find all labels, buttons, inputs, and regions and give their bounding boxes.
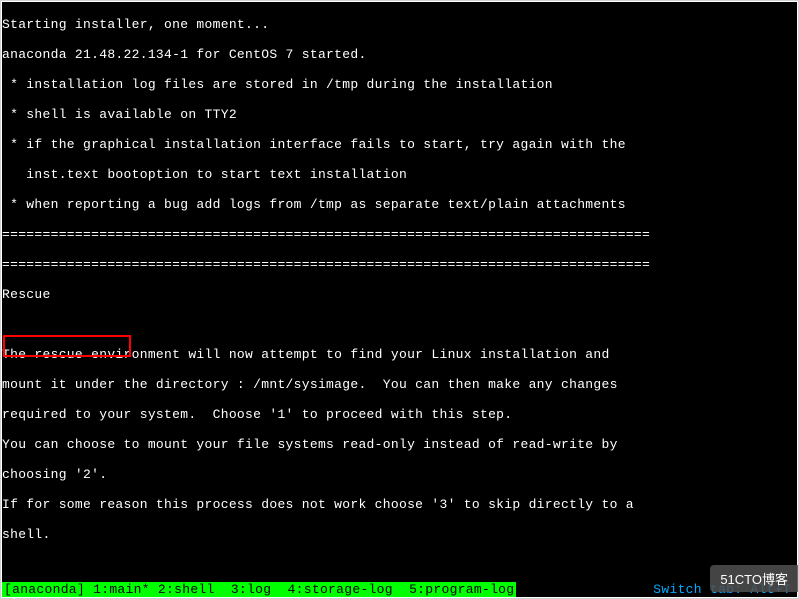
divider-bottom: ========================================… [2,257,797,272]
blank-line [2,317,797,332]
boot-line-anaconda: anaconda 21.48.22.134-1 for CentOS 7 sta… [2,47,797,62]
boot-bullet-bugreport: * when reporting a bug add logs from /tm… [2,197,797,212]
boot-bullet-graphical-b: inst.text bootoption to start text insta… [2,167,797,182]
screenshot-frame: Starting installer, one moment... anacon… [0,0,799,599]
watermark-51cto: 51CTO博客 [710,565,798,592]
rescue-para2-b: choosing '2'. [2,467,797,482]
boot-bullet-shell: * shell is available on TTY2 [2,107,797,122]
rescue-para3-b: shell. [2,527,797,542]
terminal[interactable]: Starting installer, one moment... anacon… [2,2,797,597]
tmux-tabs[interactable]: [anaconda] 1:main* 2:shell 3:log 4:stora… [2,582,516,597]
status-spacer [516,582,653,597]
rescue-para1-c: required to your system. Choose '1' to p… [2,407,797,422]
rescue-para1-a: The rescue environment will now attempt … [2,347,797,362]
boot-bullet-logs: * installation log files are stored in /… [2,77,797,92]
boot-line-starting: Starting installer, one moment... [2,17,797,32]
tmux-status-bar: [anaconda] 1:main* 2:shell 3:log 4:stora… [2,582,797,597]
rescue-para3-a: If for some reason this process does not… [2,497,797,512]
rescue-para2-a: You can choose to mount your file system… [2,437,797,452]
rescue-title: Rescue [2,287,797,302]
blank-line [2,557,797,572]
divider-top: ========================================… [2,227,797,242]
rescue-para1-b: mount it under the directory : /mnt/sysi… [2,377,797,392]
terminal-content: Starting installer, one moment... anacon… [2,2,797,599]
boot-bullet-graphical-a: * if the graphical installation interfac… [2,137,797,152]
